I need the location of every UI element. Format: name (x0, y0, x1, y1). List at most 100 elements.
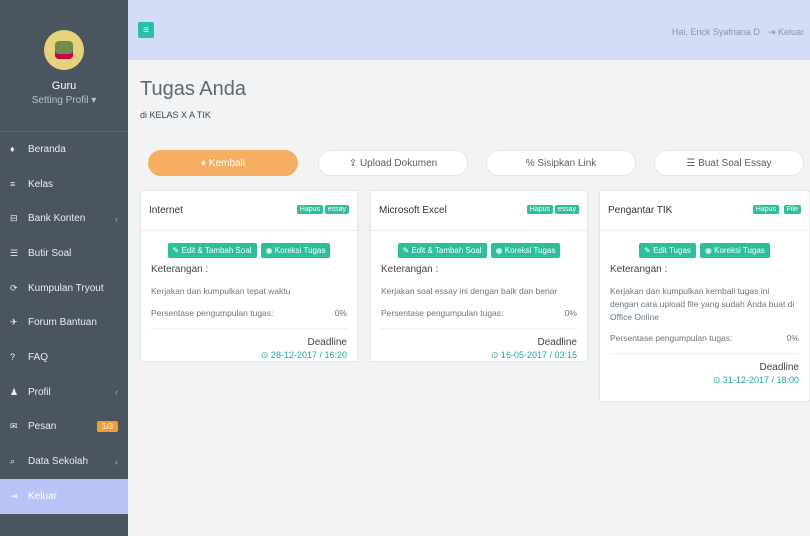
sidebar-item-forum-bantuan[interactable]: ✈ Forum Bantuan (0, 305, 128, 340)
percentage-label: Persentase pengumpulan tugas: (151, 307, 274, 318)
task-card: Internet Hapus essay ✎ Edit & Tambah Soa… (140, 190, 358, 362)
description-label: Keterangan : (151, 264, 209, 275)
description-label: Keterangan : (610, 264, 668, 275)
sidebar-item-label: Bank Konten (28, 213, 86, 225)
sidebar-item-label: Butir Soal (28, 247, 72, 259)
percentage-label: Persentase pengumpulan tugas: (610, 333, 733, 344)
deadline-label: Deadline (759, 362, 799, 374)
deadline-date: ⊙ 31-12-2017 / 18:00 (712, 375, 799, 386)
sidebar-item-label: Forum Bantuan (28, 317, 97, 329)
type-badge: essay (554, 205, 579, 214)
top-user-area: Hai, Erick Syafriana D ⇥ Keluar (672, 27, 804, 38)
insert-link-button[interactable]: % Sisipkan Link (486, 150, 636, 176)
card-body: ✎ Edit & Tambah Soal ◉ Koreksi Tugas Ket… (141, 231, 357, 373)
submission-percentage: Persentase pengumpulan tugas: 0% (151, 308, 347, 329)
card-header: Microsoft Excel Hapus essay (371, 191, 587, 231)
grade-task-button[interactable]: ◉ Koreksi Tugas (490, 243, 561, 258)
search-icon: ⌕ (10, 456, 16, 467)
sidebar-item-beranda[interactable]: ♦ Beranda (0, 132, 128, 167)
delete-button[interactable]: Hapus (526, 205, 553, 214)
edit-task-button[interactable]: ✎ Edit Tugas (639, 243, 696, 258)
chevron-left-icon: ‹ (115, 456, 118, 467)
type-badge: File (783, 205, 801, 214)
logout-link[interactable]: ⇥ Keluar (768, 27, 804, 38)
card-header: Internet Hapus essay (141, 191, 357, 231)
sidebar-item-label: Beranda (28, 143, 66, 155)
back-button[interactable]: ♦ Kembali (148, 150, 298, 176)
profile-name: Guru (51, 80, 77, 92)
chevron-left-icon: ‹ (115, 213, 118, 224)
card-header: Pengantar TIK Hapus File (600, 191, 809, 231)
chevron-left-icon: ‹ (115, 387, 118, 398)
sidebar-item-profil[interactable]: ♟ Profil ‹ (0, 375, 128, 410)
description-text: Kerjakan dan kumpulkan tepat waktu (151, 286, 291, 296)
menu-toggle-icon[interactable]: ≡ (138, 22, 154, 38)
forum-icon: ✈ (10, 317, 18, 328)
percentage-value: 0% (564, 307, 577, 318)
sidebar-item-label: Pesan (28, 421, 57, 433)
sidebar-item-kelas[interactable]: ≡ Kelas (0, 167, 128, 202)
profile-panel: Guru Setting Profil ▾ (0, 0, 128, 132)
card-title: Microsoft Excel (379, 205, 447, 216)
card-body: ✎ Edit & Tambah Soal ◉ Koreksi Tugas Ket… (371, 231, 587, 373)
description-text: Kerjakan soal essay ini dengan baik dan … (381, 286, 558, 296)
deadline-label: Deadline (537, 336, 577, 348)
bank-icon: ⊟ (10, 213, 18, 224)
sidebar-item-faq[interactable]: ? FAQ (0, 340, 128, 375)
sidebar: Guru Setting Profil ▾ ♦ Beranda ≡ Kelas … (0, 0, 128, 536)
sidebar-item-bank-konten[interactable]: ⊟ Bank Konten ‹ (0, 201, 128, 236)
grade-task-button[interactable]: ◉ Koreksi Tugas (260, 243, 331, 258)
page-title: Tugas Anda (140, 78, 247, 100)
description-text: Kerjakan dan kumpulkan kembali tugas ini… (610, 286, 795, 322)
user-icon: ♟ (10, 386, 19, 397)
task-card: Pengantar TIK Hapus File ✎ Edit Tugas ◉ … (599, 190, 810, 402)
type-badge: essay (324, 205, 349, 214)
top-bar: ≡ Hai, Erick Syafriana D ⇥ Keluar (128, 0, 810, 60)
avatar[interactable] (44, 30, 84, 70)
card-actions: ✎ Edit Tugas ◉ Koreksi Tugas (610, 243, 799, 258)
sidebar-item-keluar[interactable]: ⇥ Keluar (0, 478, 128, 514)
sidebar-item-label: Keluar (28, 490, 57, 502)
card-body: ✎ Edit Tugas ◉ Koreksi Tugas Keterangan … (600, 231, 809, 398)
description-label: Keterangan : (381, 264, 439, 275)
edit-add-question-button[interactable]: ✎ Edit & Tambah Soal (397, 243, 487, 258)
deadline-date: ⊙ 16-05-2017 / 03:15 (490, 349, 577, 360)
grade-task-button[interactable]: ◉ Koreksi Tugas (699, 243, 770, 258)
logout-icon: ⇥ (10, 490, 18, 501)
question-icon: ? (10, 352, 16, 363)
delete-button[interactable]: Hapus (752, 205, 779, 214)
card-title: Internet (149, 205, 183, 216)
submission-percentage: Persentase pengumpulan tugas: 0% (381, 308, 577, 329)
sidebar-item-label: Data Sekolah (28, 456, 89, 468)
message-icon: ✉ (10, 421, 18, 432)
sidebar-item-kumpulan-tryout[interactable]: ⟳ Kumpulan Tryout (0, 271, 128, 306)
sidebar-item-label: FAQ (28, 351, 49, 363)
deadline-label: Deadline (307, 336, 347, 348)
sidebar-item-label: Kumpulan Tryout (28, 282, 104, 294)
submission-percentage: Persentase pengumpulan tugas: 0% (610, 333, 799, 355)
sidebar-item-pesan[interactable]: ✉ Pesan 1/3 (0, 410, 128, 445)
list-icon: ☰ (10, 247, 19, 258)
page-subtitle: di KELAS X A TIK (140, 110, 211, 120)
card-actions: ✎ Edit & Tambah Soal ◉ Koreksi Tugas (151, 243, 347, 258)
sidebar-item-label: Profil (28, 386, 51, 398)
home-icon: ♦ (10, 144, 15, 155)
percentage-value: 0% (334, 307, 347, 318)
delete-button[interactable]: Hapus (296, 205, 323, 214)
task-card: Microsoft Excel Hapus essay ✎ Edit & Tam… (370, 190, 588, 362)
edit-add-question-button[interactable]: ✎ Edit & Tambah Soal (167, 243, 257, 258)
greeting-text: Hai, Erick Syafriana D (671, 27, 760, 37)
sidebar-item-data-sekolah[interactable]: ⌕ Data Sekolah ‹ (0, 444, 128, 479)
class-icon: ≡ (10, 179, 16, 190)
upload-document-button[interactable]: ⇪ Upload Dokumen (318, 150, 468, 176)
sidebar-item-butir-soal[interactable]: ☰ Butir Soal (0, 236, 128, 271)
tryout-icon: ⟳ (10, 282, 18, 293)
sidebar-item-label: Kelas (28, 178, 54, 190)
percentage-value: 0% (786, 333, 799, 344)
deadline-date: ⊙ 28-12-2017 / 16:20 (260, 349, 347, 360)
main-content: Tugas Anda di KELAS X A TIK ♦ Kembali ⇪ … (128, 60, 810, 536)
create-essay-button[interactable]: ☰ Buat Soal Essay (654, 150, 804, 176)
setting-profile-dropdown[interactable]: Setting Profil ▾ (32, 95, 97, 106)
card-title: Pengantar TIK (608, 205, 673, 216)
card-actions: ✎ Edit & Tambah Soal ◉ Koreksi Tugas (381, 243, 577, 258)
